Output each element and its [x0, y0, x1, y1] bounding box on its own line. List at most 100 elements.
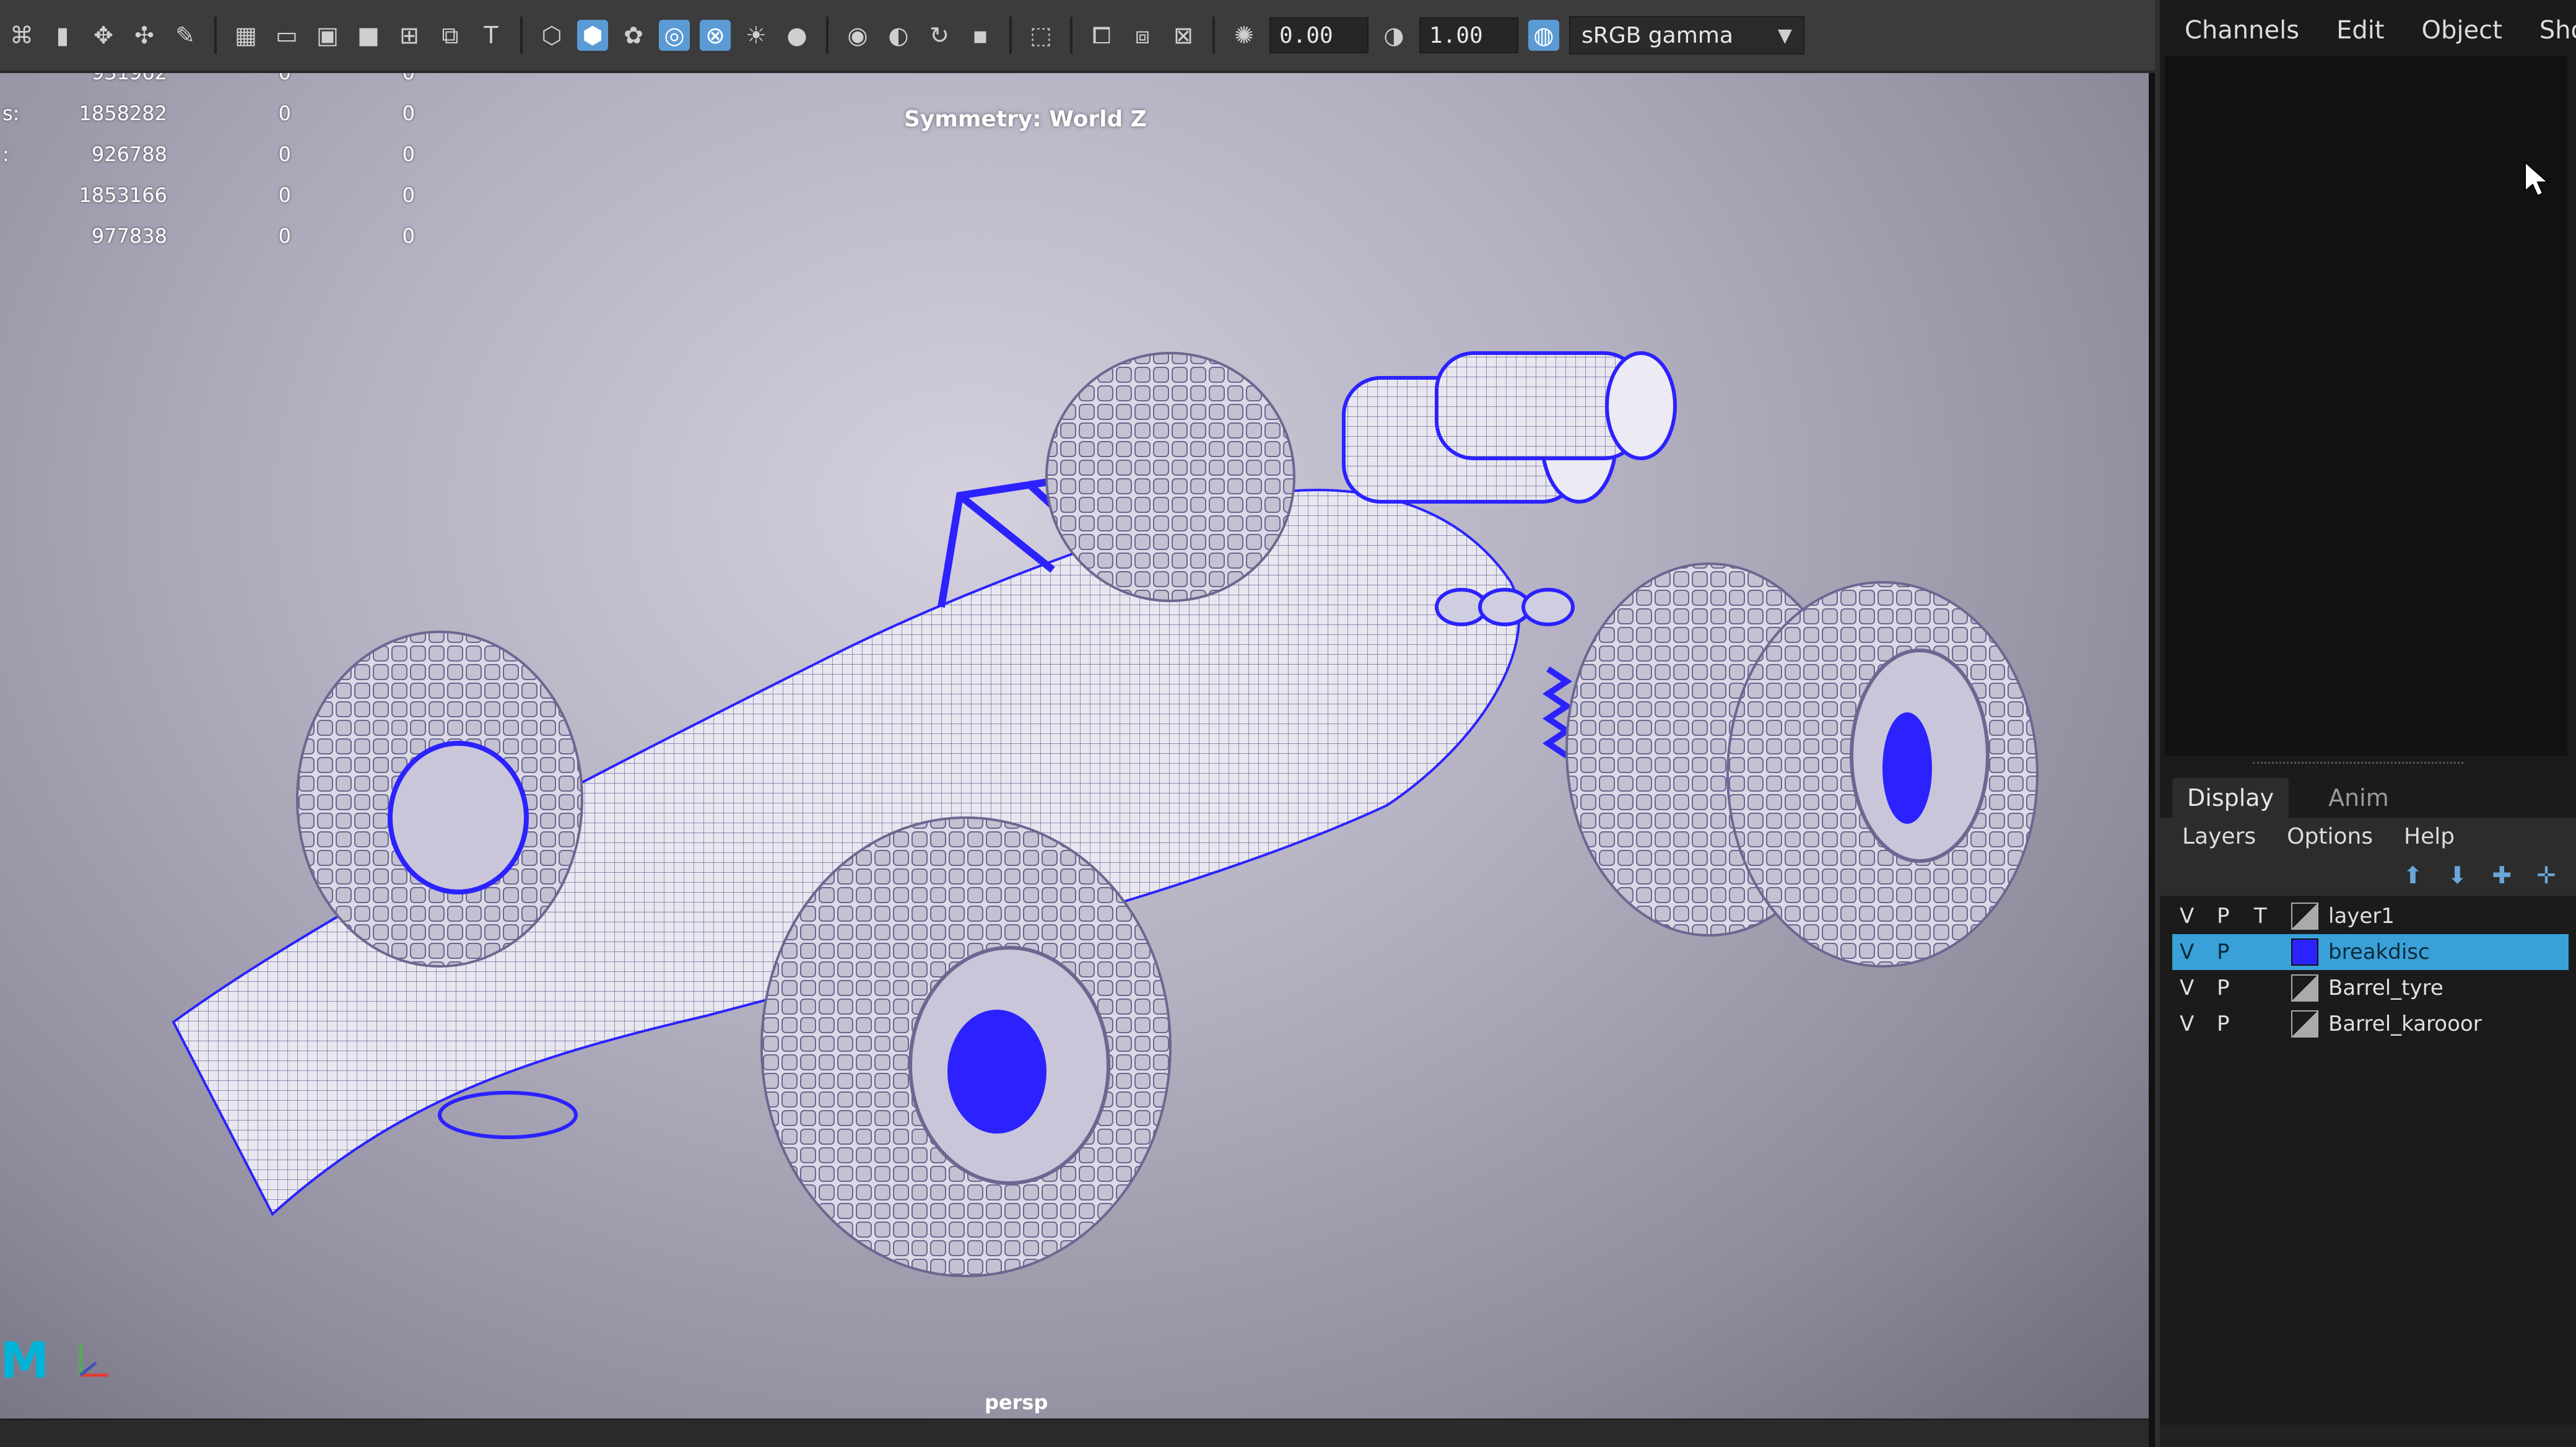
layer-tools: ⬆ ⬇ ✚ ✛	[2160, 855, 2576, 896]
shaded-cube-icon[interactable]: ⬢	[577, 20, 608, 51]
antialias-icon[interactable]: ◐	[883, 20, 914, 51]
layer-color-swatch[interactable]	[2291, 938, 2318, 966]
menu-layers[interactable]: Layers	[2182, 824, 2256, 849]
use-lights-icon[interactable]: ◎	[659, 20, 690, 51]
playback-toggle[interactable]: P	[2217, 1012, 2254, 1036]
xray-joints-icon[interactable]: ⧠	[1086, 20, 1117, 51]
motion-blur-icon[interactable]: ◉	[842, 20, 873, 51]
symmetry-label: Symmetry: World Z	[904, 107, 1147, 132]
layer-row-barrel-karooor[interactable]: V P Barrel_karooor	[2172, 1006, 2569, 1042]
layer-color-swatch[interactable]	[2291, 974, 2318, 1002]
axis-gizmo-icon	[79, 1344, 108, 1377]
move-icon[interactable]: ✣	[129, 20, 160, 51]
channel-box-area[interactable]	[2165, 56, 2567, 756]
color-management-icon[interactable]: ◍	[1528, 20, 1559, 51]
safe-title-icon[interactable]: T	[476, 20, 507, 51]
time-slider[interactable]	[0, 1419, 2149, 1447]
visibility-toggle[interactable]: V	[2180, 1012, 2217, 1036]
pencil-icon[interactable]: ✎	[170, 20, 201, 51]
template-toggle[interactable]: T	[2254, 904, 2291, 929]
isolate-select-icon[interactable]: ▪	[965, 20, 996, 51]
toolbar-divider	[1070, 17, 1073, 54]
wheel-front-left	[760, 816, 1172, 1277]
menu-object[interactable]: Object	[2422, 16, 2502, 50]
gate-mask-icon[interactable]: ■	[353, 20, 384, 51]
layer-editor-tabs: Display Anim	[2160, 774, 2576, 818]
film-gate-icon[interactable]: ▭	[271, 20, 302, 51]
wireframe-cube-icon[interactable]: ⬡	[536, 20, 567, 51]
exhaust-pipes	[1435, 588, 1575, 626]
layer-editor-menu: Layers Options Help	[2160, 818, 2576, 855]
dune-buggy-model[interactable]	[149, 347, 2068, 1313]
maya-screen: { "toolbar": { "icons": ["camera-icon","…	[0, 0, 2576, 1447]
colorspace-dropdown[interactable]: sRGB gamma ▼	[1569, 16, 1804, 55]
xray-components-icon[interactable]: ⧈	[1127, 20, 1158, 51]
right-panel: Channels Edit Object Show Display Anim L…	[2155, 0, 2576, 1447]
channel-box-menu: Channels Edit Object Show	[2160, 0, 2576, 50]
layer-row-layer1[interactable]: V P T layer1	[2172, 898, 2569, 934]
move-layer-down-icon[interactable]: ⬇	[2447, 862, 2467, 889]
layer-name[interactable]: breakdisc	[2328, 940, 2569, 964]
viewport-persp[interactable]: 93196200 s:185828200 :92678800 185316600…	[0, 0, 2149, 1447]
tab-display[interactable]: Display	[2172, 778, 2289, 818]
exposure-icon[interactable]: ✺	[1229, 20, 1260, 51]
menu-channels[interactable]: Channels	[2185, 16, 2299, 50]
panel-resize-handle[interactable]	[2253, 762, 2463, 767]
barrels	[1342, 351, 1677, 504]
layer-row-barrel-tyre[interactable]: V P Barrel_tyre	[2172, 970, 2569, 1006]
maya-logo-icon: M	[0, 1332, 50, 1389]
layer-name[interactable]: Barrel_tyre	[2328, 976, 2569, 1000]
wheel-front-right-outer	[1726, 581, 2039, 968]
horizontal-scrollbar[interactable]	[2160, 1425, 2576, 1447]
layer-name[interactable]: Barrel_karooor	[2328, 1012, 2569, 1036]
toolbar-divider	[1212, 17, 1215, 54]
grid-icon[interactable]: ▦	[230, 20, 261, 51]
layer-name[interactable]: layer1	[2328, 904, 2569, 929]
playback-toggle[interactable]: P	[2217, 904, 2254, 929]
hud-row: s: 1858282 0 0	[2, 102, 415, 125]
wire-on-shaded-icon[interactable]: ⊠	[1168, 20, 1199, 51]
poly-count-hud: 93196200 s:185828200 :92678800 185316600…	[0, 52, 446, 256]
exposure-field[interactable]: 0.00	[1269, 17, 1368, 53]
layer-list: V P T layer1 V P breakdisc V P Barrel_ty…	[2172, 898, 2569, 1042]
camera-icon[interactable]: ⌘	[6, 20, 37, 51]
hud-row: 977838 0 0	[91, 224, 415, 248]
visibility-toggle[interactable]: V	[2180, 940, 2217, 964]
visibility-toggle[interactable]: V	[2180, 904, 2217, 929]
playback-toggle[interactable]: P	[2217, 940, 2254, 964]
textured-icon[interactable]: ✿	[618, 20, 649, 51]
bookmark-icon[interactable]: ▮	[47, 20, 78, 51]
menu-edit[interactable]: Edit	[2336, 16, 2384, 50]
layer-color-swatch[interactable]	[2291, 1010, 2318, 1038]
tab-anim[interactable]: Anim	[2313, 778, 2404, 818]
field-chart-icon[interactable]: ⊞	[394, 20, 425, 51]
safe-action-icon[interactable]: ⧉	[435, 20, 466, 51]
chevron-down-icon: ▼	[1777, 24, 1792, 46]
shadows-icon[interactable]: ⊗	[700, 20, 731, 51]
new-layer-from-selection-icon[interactable]: ✛	[2536, 862, 2556, 889]
toolbar-divider	[1009, 17, 1012, 54]
new-layer-icon[interactable]: ✚	[2492, 862, 2512, 889]
layer-row-breakdisc[interactable]: V P breakdisc	[2172, 934, 2569, 970]
playback-toggle[interactable]: P	[2217, 976, 2254, 1000]
resolution-gate-icon[interactable]: ▣	[312, 20, 343, 51]
gamma-field[interactable]: 1.00	[1419, 17, 1518, 53]
colorspace-value: sRGB gamma	[1582, 22, 1733, 48]
menu-options[interactable]: Options	[2287, 824, 2373, 849]
visibility-toggle[interactable]: V	[2180, 976, 2217, 1000]
mouse-cursor-icon	[2525, 161, 2549, 197]
menu-help[interactable]: Help	[2404, 824, 2455, 849]
gamma-icon[interactable]: ◑	[1378, 20, 1409, 51]
xray-icon[interactable]: ⬚	[1025, 20, 1056, 51]
transform-icon[interactable]: ✥	[88, 20, 119, 51]
ambient-occlusion-icon[interactable]: ●	[781, 20, 812, 51]
wheel-rear-right	[1045, 352, 1295, 602]
layer-color-swatch[interactable]	[2291, 903, 2318, 930]
suspension-spring	[1542, 666, 1573, 759]
move-layer-up-icon[interactable]: ⬆	[2403, 862, 2423, 889]
camera-name-label: persp	[985, 1391, 1048, 1414]
depth-of-field-icon[interactable]: ↻	[924, 20, 955, 51]
menu-show[interactable]: Show	[2539, 16, 2576, 50]
toolbar-divider	[214, 17, 217, 54]
light-bulb-icon[interactable]: ☀	[741, 20, 772, 51]
